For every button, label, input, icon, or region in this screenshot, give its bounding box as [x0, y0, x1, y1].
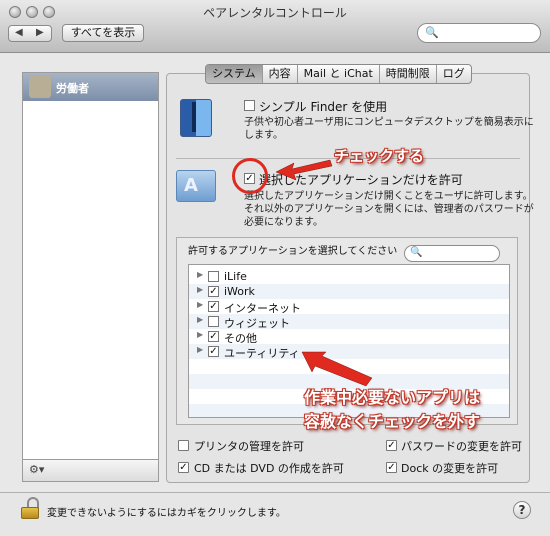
cd-dvd-label: CD または DVD の作成を許可 — [194, 462, 344, 475]
list-item[interactable]: ▶ ✓ インターネット — [189, 299, 509, 315]
list-item[interactable]: ▶ ✓ iWork — [189, 284, 509, 299]
dock-label: Dock の変更を許可 — [401, 462, 499, 475]
forward-button[interactable]: ▶ — [36, 27, 44, 38]
app-checkbox[interactable]: ✓ — [208, 286, 219, 297]
finder-face-line — [192, 102, 196, 132]
tab-mail-ichat[interactable]: Mail と iChat — [298, 65, 380, 83]
annotation-note-1: 作業中必要ないアプリは — [304, 388, 481, 407]
cd-dvd-checkbox[interactable]: ✓ — [178, 462, 189, 473]
simple-finder-checkbox[interactable] — [244, 100, 255, 111]
disclosure-triangle-icon[interactable]: ▶ — [197, 285, 203, 294]
search-input[interactable]: 🔍 — [417, 23, 541, 43]
disclosure-triangle-icon[interactable]: ▶ — [197, 270, 203, 279]
annotation-check: チェックする — [334, 147, 425, 165]
disclosure-triangle-icon[interactable]: ▶ — [197, 315, 203, 324]
sidebar-actions: ⚙▾ — [22, 460, 159, 482]
tab-content[interactable]: 内容 — [263, 65, 298, 83]
disclosure-triangle-icon[interactable]: ▶ — [197, 345, 203, 354]
restrict-apps-desc-3: 必要になります。 — [244, 217, 323, 228]
disclosure-triangle-icon[interactable]: ▶ — [197, 330, 203, 339]
user-label: 労働者 — [56, 82, 89, 95]
printer-label: プリンタの管理を許可 — [194, 440, 304, 453]
simple-finder-label: シンプル Finder を使用 — [259, 100, 388, 114]
app-checkbox[interactable]: ✓ — [208, 346, 219, 357]
app-store-a-icon: A — [184, 175, 198, 196]
search-icon: 🔍 — [410, 247, 423, 258]
app-checkbox[interactable] — [208, 271, 219, 282]
annotation-note-2: 容赦なくチェックを外す — [304, 412, 481, 431]
app-list-heading: 許可するアプリケーションを選択してください — [188, 246, 398, 257]
back-button[interactable]: ◀ — [15, 27, 23, 38]
gear-icon[interactable]: ⚙▾ — [29, 463, 44, 476]
printer-checkbox[interactable] — [178, 440, 189, 451]
lock-hint: 変更できないようにするにはカギをクリックします。 — [47, 508, 286, 519]
password-label: パスワードの変更を許可 — [401, 440, 522, 453]
show-all-button[interactable]: すべてを表示 — [62, 24, 144, 42]
disclosure-triangle-icon[interactable]: ▶ — [197, 300, 203, 309]
app-checkbox[interactable]: ✓ — [208, 301, 219, 312]
restrict-apps-desc-1: 選択したアプリケーションだけ開くことをユーザに許可します。 — [244, 191, 533, 202]
window: ペアレンタルコントロール ◀ ▶ すべてを表示 🔍 労働者 ⚙▾ システム 内容… — [0, 0, 550, 536]
list-item[interactable]: ▶ iLife — [189, 269, 509, 284]
window-title: ペアレンタルコントロール — [203, 6, 347, 20]
highlight-circle — [232, 158, 268, 194]
list-item[interactable]: ▶ ✓ その他 — [189, 329, 509, 345]
lock-body — [21, 507, 39, 519]
simple-finder-desc-1: 子供や初心者ユーザ用にコンピュータデスクトップを簡易表示に — [244, 117, 534, 128]
dock-checkbox[interactable]: ✓ — [386, 462, 397, 473]
app-checkbox[interactable] — [208, 316, 219, 327]
app-label: iWork — [224, 285, 255, 298]
user-sidebar: 労働者 — [22, 72, 159, 460]
app-search-input[interactable]: 🔍 — [404, 245, 500, 262]
simple-finder-desc-2: します。 — [244, 130, 283, 141]
search-icon: 🔍 — [425, 26, 439, 39]
app-checkbox[interactable]: ✓ — [208, 331, 219, 342]
restrict-apps-desc-2: それ以外のアプリケーションを開くには、管理者のパスワードが — [244, 204, 534, 215]
app-label: iLife — [224, 270, 247, 283]
avatar — [29, 76, 51, 98]
restrict-apps-label: 選択したアプリケーションだけを許可 — [259, 173, 463, 187]
tab-bar: システム 内容 Mail と iChat 時間制限 ログ — [205, 64, 472, 84]
sidebar-item-user[interactable]: 労働者 — [23, 73, 158, 101]
tab-system[interactable]: システム — [206, 65, 263, 83]
help-button[interactable]: ? — [513, 501, 531, 519]
password-checkbox[interactable]: ✓ — [386, 440, 397, 451]
list-item[interactable]: ▶ ✓ ユーティリティ — [189, 344, 509, 360]
list-item-empty — [189, 359, 509, 374]
nav-segment: ◀ ▶ — [8, 25, 52, 42]
lock-icon[interactable] — [21, 497, 39, 519]
titlebar: ペアレンタルコントロール ◀ ▶ すべてを表示 🔍 — [0, 0, 550, 53]
tab-logs[interactable]: ログ — [437, 65, 471, 83]
tab-time-limits[interactable]: 時間制限 — [380, 65, 437, 83]
finder-icon — [180, 99, 212, 137]
list-item[interactable]: ▶ ウィジェット — [189, 314, 509, 330]
